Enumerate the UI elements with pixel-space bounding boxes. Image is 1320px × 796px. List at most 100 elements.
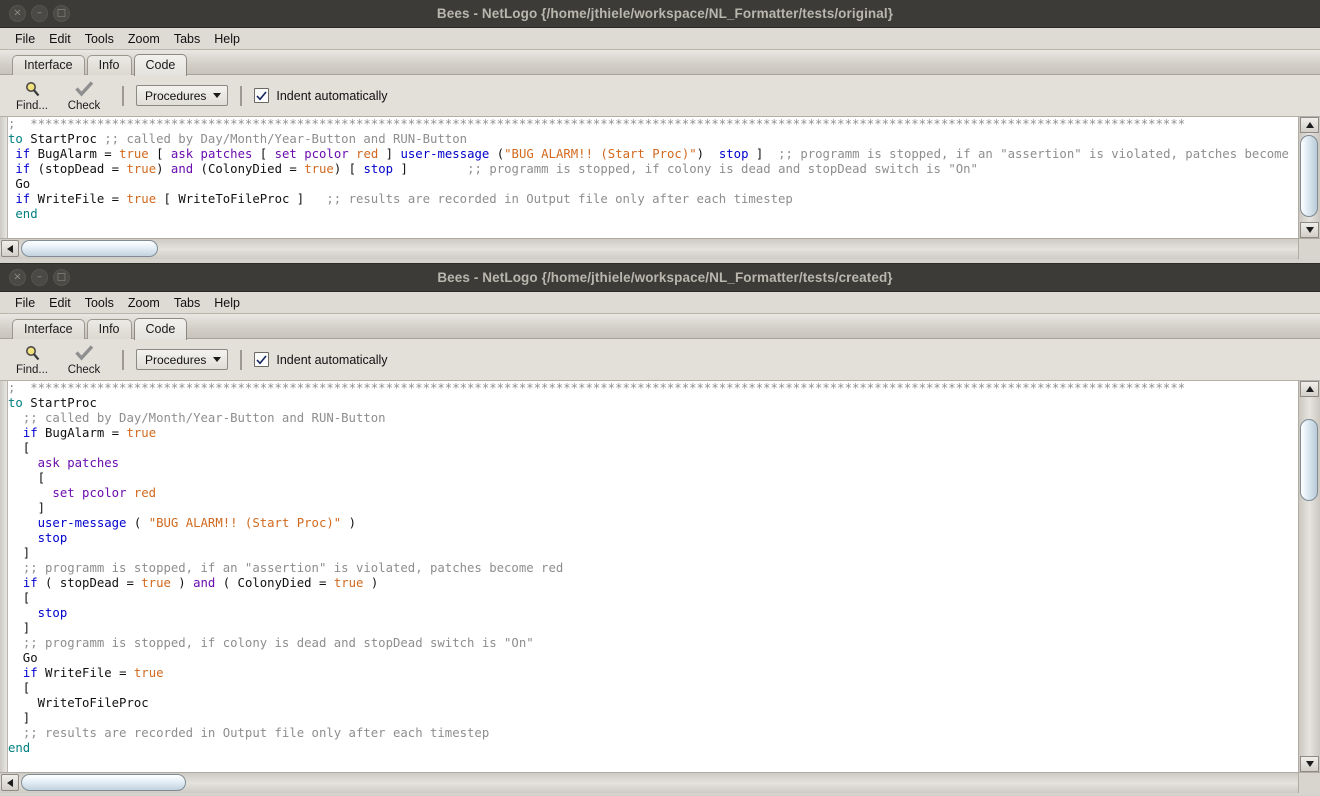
checkbox-box-2[interactable] [254, 352, 270, 367]
minimize-button[interactable]: – [31, 5, 48, 22]
menu-tabs-2[interactable]: Tabs [167, 295, 207, 311]
horizontal-scrollbar-2[interactable] [0, 772, 1320, 793]
menu-zoom[interactable]: Zoom [121, 31, 167, 47]
tab-info[interactable]: Info [86, 55, 132, 75]
code-line: if WriteFile = true [8, 666, 1298, 681]
tab-interface-2[interactable]: Interface [12, 319, 85, 339]
minimize-icon: – [37, 7, 42, 18]
menu-help-2[interactable]: Help [207, 295, 247, 311]
code-token: end [8, 207, 38, 221]
maximize-button-2[interactable]: □ [53, 269, 70, 286]
toolbar-2: Find... Check Procedures Indent automati… [0, 339, 1320, 381]
find-button[interactable]: Find... [6, 76, 58, 115]
minimize-button-2[interactable]: – [31, 269, 48, 286]
code-line: [ [8, 441, 1298, 456]
check-label-2: Check [67, 363, 101, 376]
horizontal-scroll-thumb[interactable] [21, 240, 158, 257]
menu-tabs[interactable]: Tabs [167, 31, 207, 47]
code-token: ] [8, 711, 31, 725]
code-text[interactable]: ; **************************************… [8, 117, 1298, 238]
check-glyph [256, 90, 267, 101]
code-token: ) [156, 162, 171, 176]
maximize-button[interactable]: □ [53, 5, 70, 22]
code-editor[interactable]: ; **************************************… [0, 117, 1320, 238]
code-line: stop [8, 606, 1298, 621]
find-button-2[interactable]: Find... [6, 340, 58, 379]
tab-code[interactable]: Code [133, 54, 188, 76]
code-token: = [111, 192, 127, 206]
code-text-2[interactable]: ; **************************************… [8, 381, 1298, 772]
close-button-2[interactable]: × [9, 269, 26, 286]
tab-info-2[interactable]: Info [86, 319, 132, 339]
code-editor-2[interactable]: ; **************************************… [0, 381, 1320, 772]
menu-tools[interactable]: Tools [78, 31, 121, 47]
code-token: ;; programm is stopped, if colony is dea… [22, 636, 534, 650]
scroll-left-button[interactable] [1, 240, 19, 257]
code-token: BugAlarm [37, 147, 105, 161]
indent-automatically-checkbox[interactable]: Indent automatically [254, 88, 388, 103]
code-token: patches [67, 456, 120, 470]
scroll-down-button[interactable] [1300, 222, 1319, 238]
menu-edit[interactable]: Edit [42, 31, 78, 47]
code-token: WriteFile [45, 666, 120, 680]
editor-gutter-2 [0, 381, 8, 772]
vertical-scroll-thumb-2[interactable] [1300, 419, 1318, 501]
code-token: = [319, 576, 334, 590]
tab-code-2[interactable]: Code [133, 318, 188, 340]
procedures-dropdown-2[interactable]: Procedures [136, 349, 229, 370]
horizontal-scrollbar[interactable] [0, 238, 1320, 259]
check-label: Check [67, 99, 101, 112]
check-button-2[interactable]: Check [58, 340, 110, 379]
vertical-scroll-thumb[interactable] [1300, 135, 1318, 217]
vertical-scrollbar-2[interactable] [1298, 381, 1320, 772]
code-line: ;; results are recorded in Output file o… [8, 726, 1298, 741]
menu-edit-2[interactable]: Edit [42, 295, 78, 311]
toolbar: Find... Check Procedures Indent automati… [0, 75, 1320, 117]
window-controls: × – □ [0, 5, 70, 22]
menu-help[interactable]: Help [207, 31, 247, 47]
code-token: ; [8, 381, 31, 395]
toolbar-separator-3 [122, 349, 124, 370]
menu-zoom-2[interactable]: Zoom [121, 295, 167, 311]
scroll-up-button[interactable] [1300, 117, 1319, 133]
check-button[interactable]: Check [58, 76, 110, 115]
arrow-up-icon-2 [1305, 386, 1314, 392]
maximize-icon-2: □ [56, 271, 67, 282]
vertical-scrollbar[interactable] [1298, 117, 1320, 238]
scroll-left-button-2[interactable] [1, 774, 19, 791]
menu-file[interactable]: File [8, 31, 42, 47]
code-line: if (stopDead = true) and (ColonyDied = t… [8, 162, 1298, 177]
code-token: pcolor [82, 486, 134, 500]
checkbox-box[interactable] [254, 88, 270, 103]
horizontal-scroll-thumb-2[interactable] [21, 774, 186, 791]
procedures-dropdown[interactable]: Procedures [136, 85, 229, 106]
close-button[interactable]: × [9, 5, 26, 22]
tab-interface[interactable]: Interface [12, 55, 85, 75]
code-line: Go [8, 651, 1298, 666]
code-token: BugAlarm [45, 426, 112, 440]
code-token: and [193, 576, 223, 590]
code-token: ) [363, 576, 379, 590]
code-token: ;; results are recorded in Output file o… [22, 726, 490, 740]
code-token: if [15, 162, 38, 176]
menu-tools-2[interactable]: Tools [78, 295, 121, 311]
code-line: ] [8, 621, 1298, 636]
chevron-down-icon [213, 93, 222, 98]
code-line: ; **************************************… [8, 117, 1298, 132]
menu-file-2[interactable]: File [8, 295, 42, 311]
code-token: to [8, 396, 31, 410]
code-token: "BUG ALARM!! (Start Proc)" [148, 516, 342, 530]
code-line: stop [8, 531, 1298, 546]
scroll-down-button-2[interactable] [1300, 756, 1319, 772]
title-bar[interactable]: × – □ Bees - NetLogo {/home/jthiele/work… [0, 0, 1320, 28]
indent-automatically-checkbox-2[interactable]: Indent automatically [254, 352, 388, 367]
code-token: = [104, 147, 120, 161]
code-line: [ [8, 681, 1298, 696]
title-bar-2[interactable]: × – □ Bees - NetLogo {/home/jthiele/work… [0, 264, 1320, 292]
code-token: ; [8, 117, 31, 131]
scroll-up-button-2[interactable] [1300, 381, 1319, 397]
code-token: = [111, 426, 127, 440]
